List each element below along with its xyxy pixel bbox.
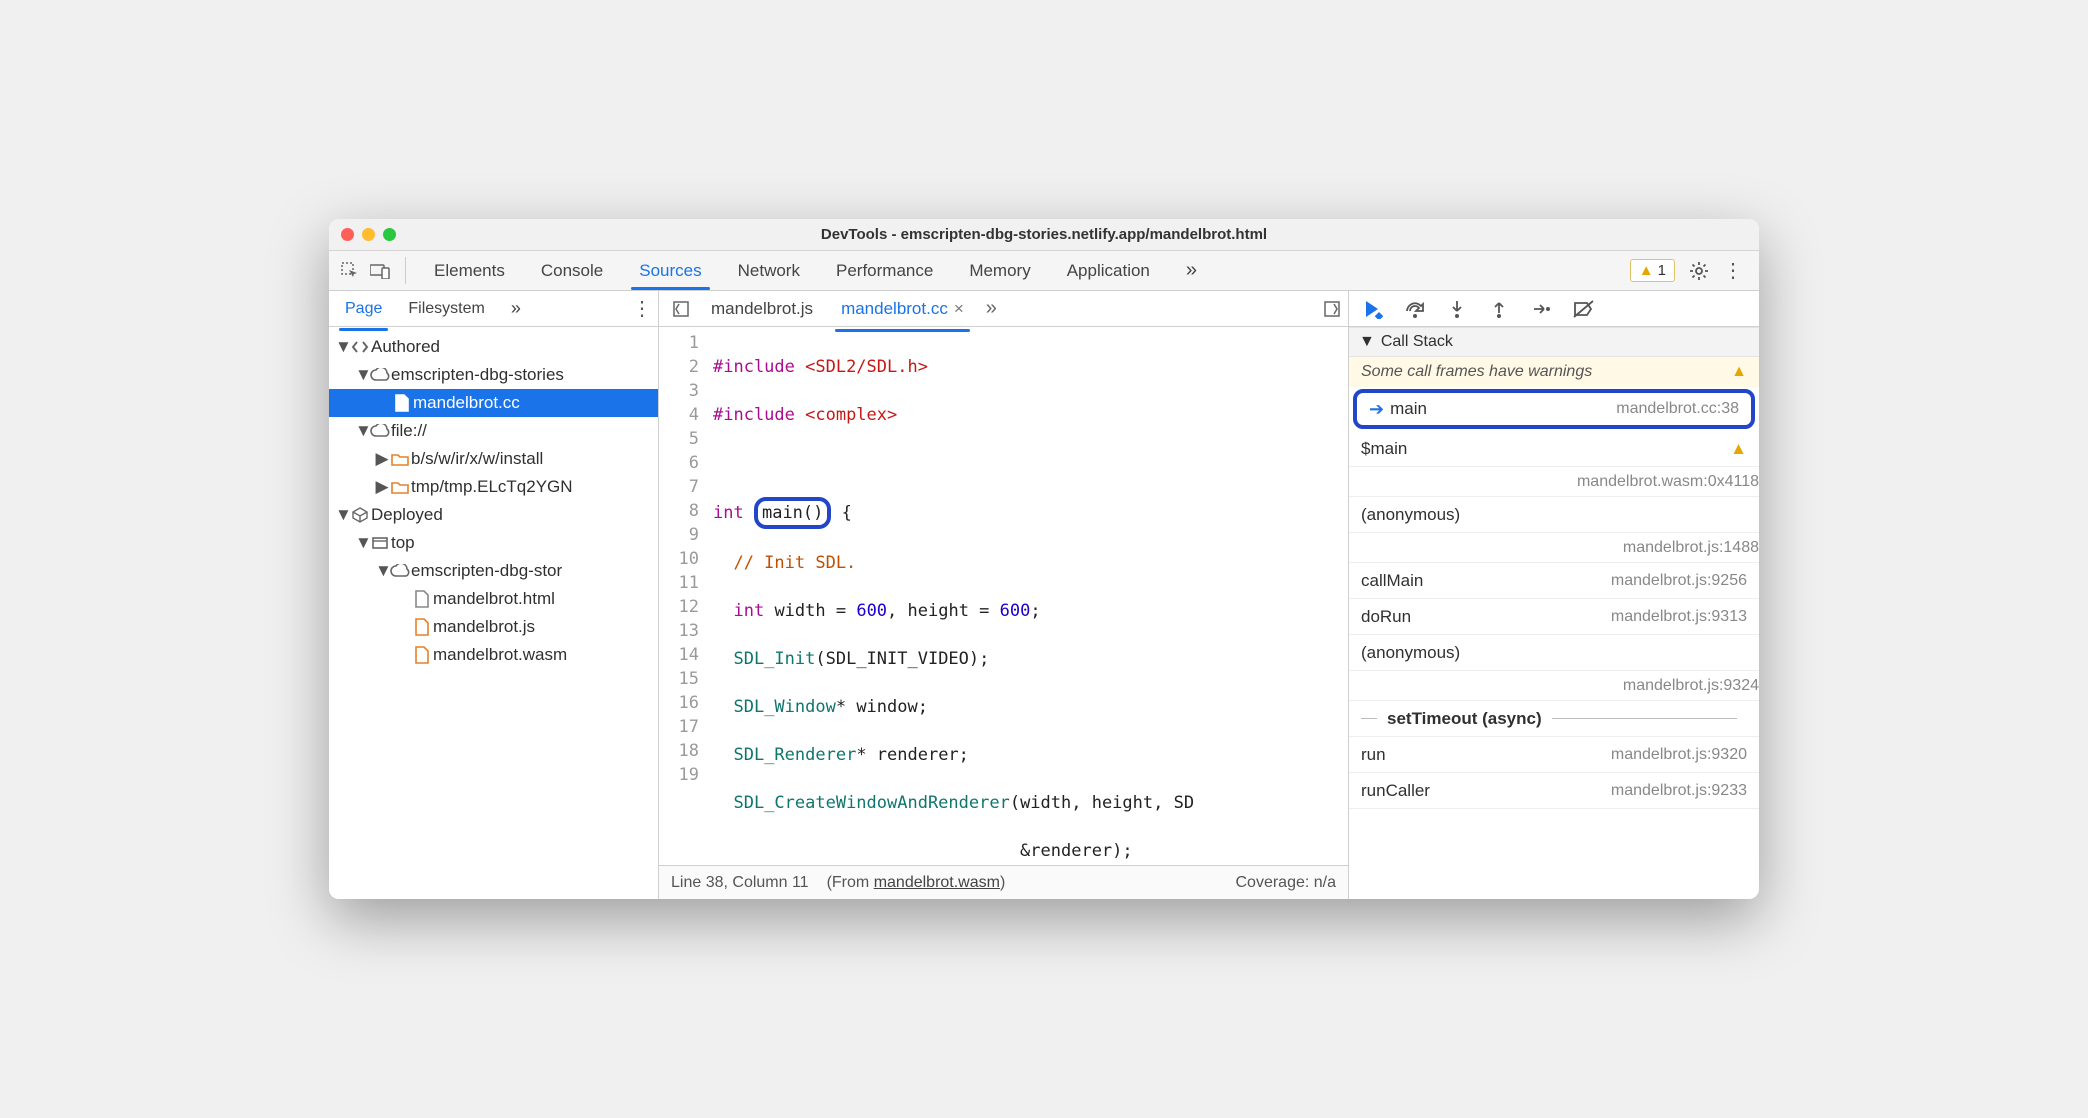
line-gutter: 12345678910111213141516171819 <box>659 327 707 865</box>
devtools-window: DevTools - emscripten-dbg-stories.netlif… <box>329 219 1759 899</box>
tree-frame-top[interactable]: ▼ top <box>329 529 658 557</box>
cube-icon <box>349 507 371 523</box>
warning-count: 1 <box>1658 262 1666 279</box>
debugger-panel: ▼ Call Stack Some call frames have warni… <box>1349 291 1759 899</box>
frame-icon <box>369 537 391 549</box>
editor-panel: mandelbrot.js mandelbrot.cc × » 12345678… <box>659 291 1349 899</box>
nav-more-icon[interactable]: ⋮ <box>632 296 652 321</box>
async-divider: setTimeout (async) <box>1349 701 1759 737</box>
callstack-frame[interactable]: callMain mandelbrot.js:9256 <box>1349 563 1759 599</box>
nav-tab-page[interactable]: Page <box>335 294 392 324</box>
step-icon[interactable] <box>1531 299 1551 319</box>
inspect-element-icon[interactable] <box>335 251 365 290</box>
resume-icon[interactable] <box>1363 299 1383 319</box>
step-over-icon[interactable] <box>1405 299 1425 319</box>
nav-tab-filesystem[interactable]: Filesystem <box>398 294 494 324</box>
callstack-warning: Some call frames have warnings ▲ <box>1349 357 1759 387</box>
file-tab[interactable]: mandelbrot.js <box>699 293 825 325</box>
step-into-icon[interactable] <box>1447 299 1467 319</box>
tree-file[interactable]: mandelbrot.wasm <box>329 641 658 669</box>
code-icon <box>349 340 371 354</box>
tab-network[interactable]: Network <box>720 251 818 290</box>
callstack-frame[interactable]: (anonymous) <box>1349 497 1759 533</box>
file-icon <box>411 618 433 636</box>
file-icon <box>391 394 413 412</box>
callstack-list: ➔ main mandelbrot.cc:38 $main ▲ mandelbr… <box>1349 387 1759 809</box>
close-tab-icon[interactable]: × <box>954 299 964 319</box>
callstack-frame[interactable]: run mandelbrot.js:9320 <box>1349 737 1759 773</box>
callstack-frame-current[interactable]: ➔ main mandelbrot.cc:38 <box>1353 389 1755 429</box>
tree-file[interactable]: mandelbrot.js <box>329 613 658 641</box>
tab-elements[interactable]: Elements <box>416 251 523 290</box>
more-menu-icon[interactable]: ⋮ <box>1723 258 1743 283</box>
tree-group-deployed[interactable]: ▼ Deployed <box>329 501 658 529</box>
coverage-status: Coverage: n/a <box>1235 874 1336 892</box>
file-icon <box>411 590 433 608</box>
folder-icon <box>389 480 411 494</box>
navigator-panel: Page Filesystem » ⋮ ▼ Authored ▼ emscrip… <box>329 291 659 899</box>
titlebar: DevTools - emscripten-dbg-stories.netlif… <box>329 219 1759 251</box>
main-toolbar: Elements Console Sources Network Perform… <box>329 251 1759 291</box>
debugger-controls <box>1349 291 1759 327</box>
file-icon <box>411 646 433 664</box>
tree-folder[interactable]: ▶ tmp/tmp.ELcTq2YGN <box>329 473 658 501</box>
current-frame-arrow-icon: ➔ <box>1369 399 1384 420</box>
file-tabs-overflow[interactable]: » <box>980 297 1003 320</box>
callstack-frame-loc: mandelbrot.js:9324 <box>1349 671 1759 701</box>
code-editor[interactable]: 12345678910111213141516171819 #include <… <box>659 327 1348 865</box>
cloud-icon <box>369 368 391 382</box>
file-tab-active[interactable]: mandelbrot.cc × <box>829 293 976 325</box>
callstack-frame[interactable]: $main ▲ <box>1349 431 1759 467</box>
callstack-header[interactable]: ▼ Call Stack <box>1349 327 1759 357</box>
toggle-debugger-icon[interactable] <box>1324 301 1340 317</box>
tree-cloud-file[interactable]: ▼ file:// <box>329 417 658 445</box>
tree-file-selected[interactable]: mandelbrot.cc <box>329 389 658 417</box>
window-title: DevTools - emscripten-dbg-stories.netlif… <box>329 226 1759 243</box>
file-tree: ▼ Authored ▼ emscripten-dbg-stories mand… <box>329 327 658 899</box>
warnings-badge[interactable]: ▲ 1 <box>1630 259 1675 282</box>
warning-icon: ▲ <box>1730 439 1747 459</box>
callstack-frame[interactable]: doRun mandelbrot.js:9313 <box>1349 599 1759 635</box>
callstack-frame[interactable]: runCaller mandelbrot.js:9233 <box>1349 773 1759 809</box>
chevron-down-icon: ▼ <box>1359 333 1375 351</box>
tab-performance[interactable]: Performance <box>818 251 951 290</box>
tree-file[interactable]: mandelbrot.html <box>329 585 658 613</box>
nav-tabs-overflow[interactable]: » <box>501 292 531 325</box>
tab-sources[interactable]: Sources <box>621 251 719 290</box>
folder-icon <box>389 452 411 466</box>
cloud-icon <box>369 424 391 438</box>
device-toolbar-icon[interactable] <box>365 251 395 290</box>
editor-statusbar: Line 38, Column 11 (From mandelbrot.wasm… <box>659 865 1348 899</box>
sourcemap-origin: (From mandelbrot.wasm) <box>827 874 1006 892</box>
callstack-frame[interactable]: (anonymous) <box>1349 635 1759 671</box>
callstack-frame-loc: mandelbrot.wasm:0x4118 <box>1349 467 1759 497</box>
toggle-navigator-icon[interactable] <box>667 301 695 317</box>
warning-icon: ▲ <box>1639 262 1654 279</box>
tree-cloud-origin[interactable]: ▼ emscripten-dbg-stor <box>329 557 658 585</box>
callstack-frame-loc: mandelbrot.js:1488 <box>1349 533 1759 563</box>
deactivate-breakpoints-icon[interactable] <box>1573 299 1593 319</box>
tree-cloud-origin[interactable]: ▼ emscripten-dbg-stories <box>329 361 658 389</box>
step-out-icon[interactable] <box>1489 299 1509 319</box>
file-tabs: mandelbrot.js mandelbrot.cc × » <box>659 291 1348 327</box>
tab-application[interactable]: Application <box>1049 251 1168 290</box>
tree-folder[interactable]: ▶ b/s/w/ir/x/w/install <box>329 445 658 473</box>
cursor-position: Line 38, Column 11 <box>671 874 809 892</box>
tree-group-authored[interactable]: ▼ Authored <box>329 333 658 361</box>
settings-icon[interactable] <box>1689 261 1709 281</box>
warning-icon: ▲ <box>1731 363 1747 381</box>
code-content: #include <SDL2/SDL.h> #include <complex>… <box>707 327 1348 865</box>
cloud-icon <box>389 564 411 578</box>
tab-console[interactable]: Console <box>523 251 621 290</box>
tab-memory[interactable]: Memory <box>951 251 1048 290</box>
tabs-overflow[interactable]: » <box>1168 251 1215 290</box>
